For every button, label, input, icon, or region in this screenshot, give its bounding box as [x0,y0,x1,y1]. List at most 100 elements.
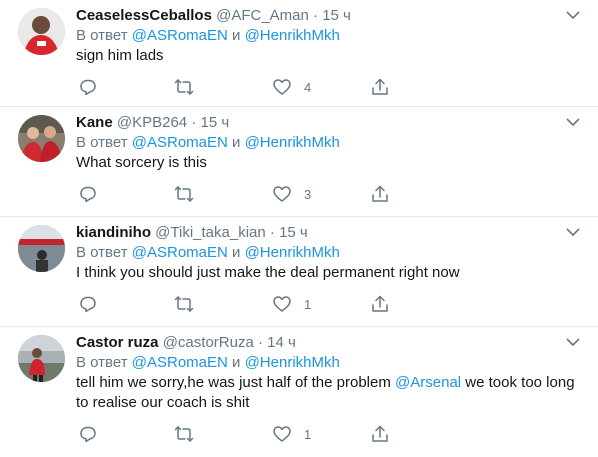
reply-mention-1[interactable]: @ASRomaEN [132,27,228,44]
separator-dot: · [257,334,263,351]
user-handle[interactable]: @KPB264 [117,114,187,131]
retweet-button[interactable] [174,76,194,98]
reply-prefix: В ответ [76,244,128,261]
tweet-header: Kane @KPB264 · 15 ч [76,113,578,133]
reply-to-line: В ответ @ASRomaEN и @HenrikhMkh [76,243,578,263]
heart-icon [273,296,291,312]
reply-mention-2[interactable]: @HenrikhMkh [245,354,340,371]
reply-mention-1[interactable]: @ASRomaEN [132,354,228,371]
reply-mention-2[interactable]: @HenrikhMkh [245,27,340,44]
tweet-content: Castor ruza @castorRuza · 14 ч В ответ @… [76,333,578,413]
tweet-content: Kane @KPB264 · 15 ч В ответ @ASRomaEN и … [76,113,578,173]
avatar[interactable] [18,335,65,382]
retweet-button[interactable] [174,293,194,315]
timestamp[interactable]: 15 ч [279,224,308,241]
retweet-button[interactable] [174,423,194,445]
share-button[interactable] [370,293,390,315]
timestamp[interactable]: 14 ч [267,334,296,351]
tweet-actions: 1 [76,423,578,445]
tweet-actions: 3 [76,183,578,205]
reply-to-line: В ответ @ASRomaEN и @HenrikhMkh [76,133,578,153]
display-name[interactable]: CeaselessCeballos [76,7,212,24]
like-count: 4 [304,79,312,95]
tweet-text-part: we took too long [465,374,575,391]
chevron-down-icon[interactable] [566,337,580,347]
heart-icon [273,79,291,95]
retweet-icon [174,426,194,442]
tweet-text: tell him we sorry,he was just half of th… [76,373,578,413]
tweet-text: I think you should just make the deal pe… [76,264,460,281]
reply-icon [80,79,96,96]
tweet-content: CeaselessCeballos @AFC_Aman · 15 ч В отв… [76,6,578,66]
like-button[interactable]: 1 [272,293,311,315]
reply-and: и [232,27,241,44]
reply-icon [80,426,96,443]
like-count: 3 [304,186,312,202]
share-button[interactable] [370,183,390,205]
reply-prefix: В ответ [76,354,128,371]
tweet-text-part: to realise our coach is shit [76,394,250,411]
reply-mention-2[interactable]: @HenrikhMkh [245,134,340,151]
reply-mention-1[interactable]: @ASRomaEN [132,134,228,151]
tweet[interactable]: Castor ruza @castorRuza · 14 ч В ответ @… [0,327,598,457]
avatar[interactable] [18,225,65,272]
tweet-header: Castor ruza @castorRuza · 14 ч [76,333,578,353]
tweet-header: CeaselessCeballos @AFC_Aman · 15 ч [76,6,578,26]
tweet[interactable]: Kane @KPB264 · 15 ч В ответ @ASRomaEN и … [0,107,598,217]
tweet-header: kiandiniho @Tiki_taka_kian · 15 ч [76,223,578,243]
retweet-icon [174,186,194,202]
share-icon [372,295,388,312]
reply-and: и [232,134,241,151]
like-count: 1 [304,296,312,312]
chevron-down-icon[interactable] [566,10,580,20]
tweet-text: What sorcery is this [76,154,207,171]
reply-button[interactable] [78,76,98,98]
reply-button[interactable] [78,183,98,205]
like-button[interactable]: 1 [272,423,311,445]
retweet-button[interactable] [174,183,194,205]
heart-icon [273,426,291,442]
share-button[interactable] [370,423,390,445]
reply-and: и [232,354,241,371]
display-name[interactable]: Castor ruza [76,334,159,351]
avatar[interactable] [18,115,65,162]
user-handle[interactable]: @castorRuza [163,334,254,351]
reply-timeline: CeaselessCeballos @AFC_Aman · 15 ч В отв… [0,0,598,457]
reply-icon [80,296,96,313]
reply-mention-1[interactable]: @ASRomaEN [132,244,228,261]
user-handle[interactable]: @Tiki_taka_kian [155,224,266,241]
tweet-actions: 4 [76,76,578,98]
timestamp[interactable]: 15 ч [322,7,351,24]
reply-to-line: В ответ @ASRomaEN и @HenrikhMkh [76,26,578,46]
tweet-actions: 1 [76,293,578,315]
tweet[interactable]: CeaselessCeballos @AFC_Aman · 15 ч В отв… [0,0,598,107]
reply-button[interactable] [78,423,98,445]
reply-prefix: В ответ [76,134,128,151]
display-name[interactable]: Kane [76,114,113,131]
share-icon [372,78,388,95]
tweet-text-part: tell him we sorry,he was just half of th… [76,374,391,391]
like-button[interactable]: 3 [272,183,311,205]
share-button[interactable] [370,76,390,98]
separator-dot: · [191,114,197,131]
chevron-down-icon[interactable] [566,117,580,127]
timestamp[interactable]: 15 ч [200,114,229,131]
tweet-text: sign him lads [76,47,164,64]
retweet-icon [174,296,194,312]
reply-button[interactable] [78,293,98,315]
reply-to-line: В ответ @ASRomaEN и @HenrikhMkh [76,353,578,373]
share-icon [372,185,388,202]
separator-dot: · [269,224,275,241]
reply-prefix: В ответ [76,27,128,44]
tweet[interactable]: kiandiniho @Tiki_taka_kian · 15 ч В отве… [0,217,598,327]
like-button[interactable]: 4 [272,76,311,98]
retweet-icon [174,79,194,95]
avatar[interactable] [18,8,65,55]
display-name[interactable]: kiandiniho [76,224,151,241]
reply-icon [80,186,96,203]
separator-dot: · [313,7,319,24]
user-handle[interactable]: @AFC_Aman [216,7,309,24]
reply-mention-2[interactable]: @HenrikhMkh [245,244,340,261]
text-mention[interactable]: @Arsenal [395,374,461,391]
chevron-down-icon[interactable] [566,227,580,237]
